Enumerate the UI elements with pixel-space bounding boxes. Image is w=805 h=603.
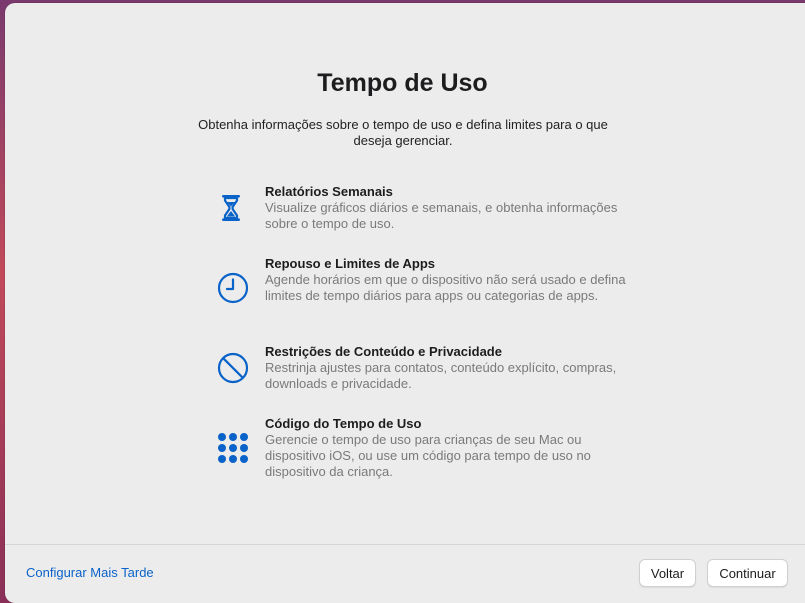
back-button[interactable]: Voltar bbox=[639, 559, 696, 587]
feature-description: Gerencie o tempo de uso para crianças de… bbox=[265, 432, 591, 479]
feature-title: Relatórios Semanais bbox=[265, 184, 393, 199]
hourglass-icon bbox=[215, 190, 251, 226]
feature-description: Visualize gráficos diários e semanais, e… bbox=[265, 200, 618, 231]
keypad-icon bbox=[215, 430, 251, 466]
feature-weekly-reports: Relatórios Semanais Visualize gráficos d… bbox=[215, 184, 635, 254]
feature-passcode: Código do Tempo de Uso Gerencie o tempo … bbox=[215, 416, 635, 486]
restriction-icon bbox=[215, 350, 251, 386]
feature-title: Repouso e Limites de Apps bbox=[265, 256, 435, 271]
footer-divider bbox=[5, 544, 805, 545]
set-up-later-link[interactable]: Configurar Mais Tarde bbox=[26, 565, 154, 580]
feature-description: Restrinja ajustes para contatos, conteúd… bbox=[265, 360, 617, 391]
screen-time-setup-window: Tempo de Uso Obtenha informações sobre o… bbox=[5, 3, 805, 603]
feature-downtime-app-limits: Repouso e Limites de Apps Agende horário… bbox=[215, 256, 635, 326]
page-subtitle: Obtenha informações sobre o tempo de uso… bbox=[198, 117, 608, 148]
feature-content-privacy: Restrições de Conteúdo e Privacidade Res… bbox=[215, 344, 635, 414]
feature-description: Agende horários em que o dispositivo não… bbox=[265, 272, 626, 303]
page-title: Tempo de Uso bbox=[317, 69, 488, 97]
clock-icon bbox=[215, 270, 251, 306]
feature-title: Código do Tempo de Uso bbox=[265, 416, 422, 431]
continue-button[interactable]: Continuar bbox=[707, 559, 788, 587]
feature-title: Restrições de Conteúdo e Privacidade bbox=[265, 344, 502, 359]
